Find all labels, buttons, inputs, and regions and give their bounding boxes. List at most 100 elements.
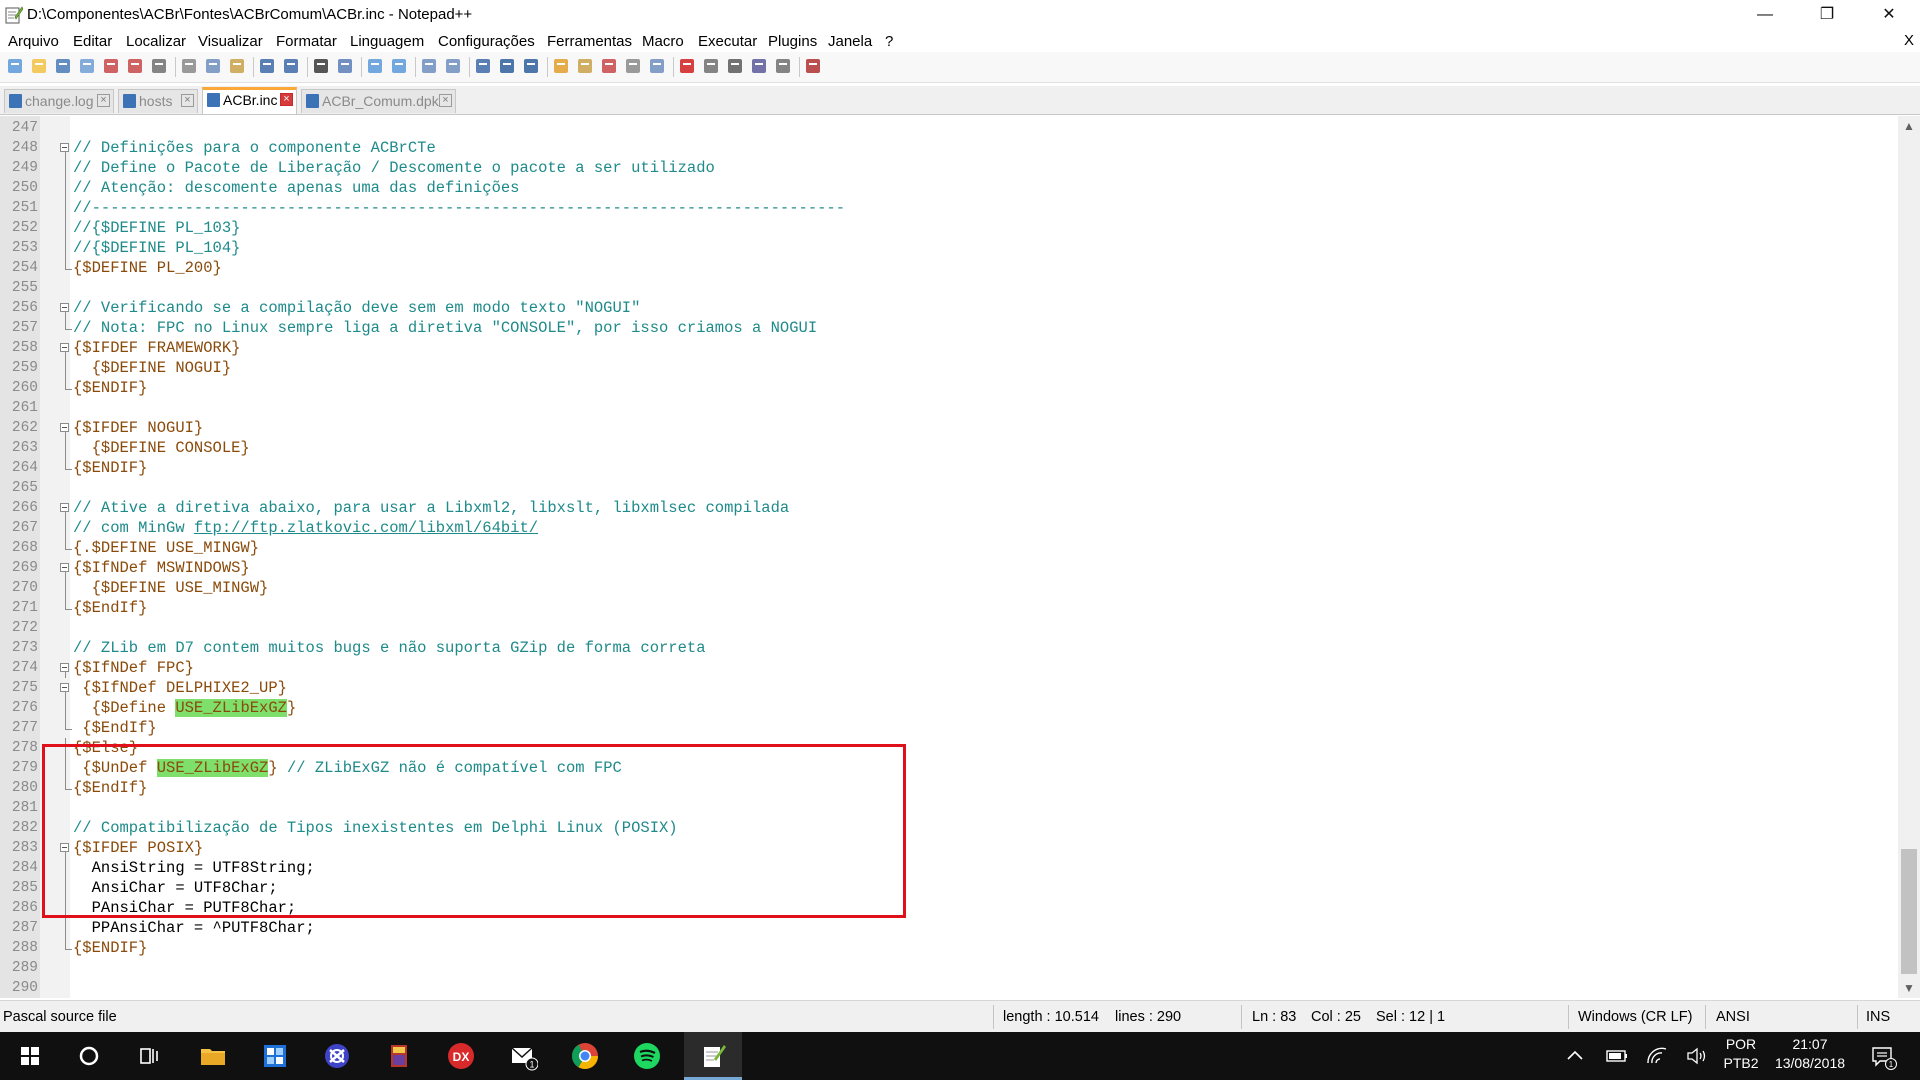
menu-configuracoes[interactable]: Configurações [438, 33, 535, 50]
menu-arquivo[interactable]: Arquivo [8, 33, 59, 50]
undo-icon[interactable] [257, 56, 277, 76]
spotify-icon[interactable] [632, 1041, 662, 1071]
paste-icon[interactable] [227, 56, 247, 76]
code-line[interactable]: 267 // com MinGw ftp://ftp.zlatkovic.com/… [0, 518, 1898, 538]
code-line[interactable]: 273 // ZLib em D7 contem muitos bugs e nã… [0, 638, 1898, 658]
language-indicator[interactable]: POR PTB2 [1718, 1036, 1764, 1071]
replace-icon[interactable] [335, 56, 355, 76]
code-line[interactable]: 289 [0, 958, 1898, 978]
cut-icon[interactable] [179, 56, 199, 76]
chrome-icon[interactable] [570, 1041, 600, 1071]
tab-close-icon[interactable]: × [97, 94, 110, 107]
devexpress-app-icon[interactable]: DX [446, 1041, 476, 1071]
word-wrap-icon[interactable] [473, 56, 493, 76]
vertical-scrollbar[interactable]: ▲ ▼ [1898, 116, 1920, 998]
tab-close-icon[interactable]: × [280, 93, 293, 106]
menu-help[interactable]: ? [885, 33, 893, 50]
menu-editar[interactable]: Editar [73, 33, 112, 50]
new-file-icon[interactable] [5, 56, 25, 76]
mail-app-icon[interactable]: 1 [508, 1041, 538, 1071]
save-icon[interactable] [53, 56, 73, 76]
task-view-icon[interactable] [134, 1041, 164, 1071]
volume-icon[interactable] [1684, 1043, 1710, 1069]
run-macro-multiple-icon[interactable] [749, 56, 769, 76]
wifi-icon[interactable] [1644, 1043, 1670, 1069]
code-line[interactable]: 263 {$DEFINE CONSOLE} [0, 438, 1898, 458]
code-url-link[interactable]: ftp://ftp.zlatkovic.com/libxml/64bit/ [194, 519, 538, 537]
notepadpp-icon[interactable] [698, 1041, 728, 1071]
record-macro-icon[interactable] [677, 56, 697, 76]
monitoring-icon[interactable] [647, 56, 667, 76]
minimize-button[interactable]: — [1734, 0, 1796, 30]
code-line[interactable]: 274 {$IfNDef FPC} [0, 658, 1898, 678]
doc-map-icon[interactable] [551, 56, 571, 76]
tab-hosts[interactable]: hosts × [118, 89, 198, 113]
code-line[interactable]: 257 // Nota: FPC no Linux sempre liga a d… [0, 318, 1898, 338]
status-eol[interactable]: Windows (CR LF) [1578, 1009, 1692, 1025]
code-line[interactable]: 259 {$DEFINE NOGUI} [0, 358, 1898, 378]
function-list-icon[interactable] [575, 56, 595, 76]
code-line[interactable]: 276 {$Define USE_ZLibExGZ} [0, 698, 1898, 718]
stop-macro-icon[interactable] [701, 56, 721, 76]
play-macro-icon[interactable] [725, 56, 745, 76]
menu-linguagem[interactable]: Linguagem [350, 33, 424, 50]
zoom-in-icon[interactable] [365, 56, 385, 76]
doc-list-icon[interactable] [623, 56, 643, 76]
close-window-button[interactable]: ✕ [1858, 0, 1920, 30]
windows-start-icon[interactable] [15, 1041, 45, 1071]
tab-acbr-comum-dpk[interactable]: ACBr_Comum.dpk × [301, 89, 456, 113]
code-line[interactable]: 258 {$IFDEF FRAMEWORK} [0, 338, 1898, 358]
code-line[interactable]: 268 {.$DEFINE USE_MINGW} [0, 538, 1898, 558]
calculator-app-icon[interactable] [260, 1041, 290, 1071]
open-file-icon[interactable] [29, 56, 49, 76]
menu-ferramentas[interactable]: Ferramentas [547, 33, 632, 50]
code-line[interactable]: 269 {$IfNDef MSWINDOWS} [0, 558, 1898, 578]
code-line[interactable]: 265 [0, 478, 1898, 498]
archive-app-icon[interactable] [384, 1041, 414, 1071]
fold-toggle-icon[interactable] [60, 683, 69, 692]
code-line[interactable]: 275 {$IfNDef DELPHIXE2_UP} [0, 678, 1898, 698]
print-icon[interactable] [149, 56, 169, 76]
tab-close-icon[interactable]: × [439, 94, 452, 107]
menu-formatar[interactable]: Formatar [276, 33, 337, 50]
restore-button[interactable]: ❐ [1796, 0, 1858, 30]
code-line[interactable]: 290 [0, 978, 1898, 998]
indent-guide-icon[interactable] [521, 56, 541, 76]
save-macro-icon[interactable] [773, 56, 793, 76]
copy-icon[interactable] [203, 56, 223, 76]
close-all-icon[interactable] [125, 56, 145, 76]
tab-acbr-inc[interactable]: ACBr.inc × [202, 87, 297, 114]
scroll-up-icon[interactable]: ▲ [1898, 116, 1920, 136]
close-icon[interactable] [101, 56, 121, 76]
menu-plugins[interactable]: Plugins [768, 33, 817, 50]
scrollbar-thumb[interactable] [1901, 849, 1917, 974]
menu-janela[interactable]: Janela [828, 33, 872, 50]
clock[interactable]: 21:07 13/08/2018 [1768, 1036, 1852, 1071]
menu-macro[interactable]: Macro [642, 33, 684, 50]
menu-visualizar[interactable]: Visualizar [198, 33, 263, 50]
fold-toggle-icon[interactable] [60, 503, 69, 512]
network-app-icon[interactable] [322, 1041, 352, 1071]
battery-icon[interactable] [1604, 1043, 1630, 1069]
code-line[interactable]: 254 {$DEFINE PL_200} [0, 258, 1898, 278]
code-line[interactable]: 251 //-----------------------------------… [0, 198, 1898, 218]
code-line[interactable]: 266 // Ative a diretiva abaixo, para usar… [0, 498, 1898, 518]
zoom-out-icon[interactable] [389, 56, 409, 76]
menu-localizar[interactable]: Localizar [126, 33, 186, 50]
sync-h-icon[interactable] [443, 56, 463, 76]
code-line[interactable]: 270 {$DEFINE USE_MINGW} [0, 578, 1898, 598]
code-line[interactable]: 264 {$ENDIF} [0, 458, 1898, 478]
fold-toggle-icon[interactable] [60, 343, 69, 352]
spellcheck-icon[interactable] [803, 56, 823, 76]
code-line[interactable]: 255 [0, 278, 1898, 298]
status-encoding[interactable]: ANSI [1716, 1009, 1750, 1025]
redo-icon[interactable] [281, 56, 301, 76]
notification-center-icon[interactable]: 1 [1868, 1042, 1898, 1072]
code-line[interactable]: 288 {$ENDIF} [0, 938, 1898, 958]
code-line[interactable]: 252 //{$DEFINE PL_103} [0, 218, 1898, 238]
find-icon[interactable] [311, 56, 331, 76]
fold-toggle-icon[interactable] [60, 423, 69, 432]
code-line[interactable]: 256 // Verificando se a compilação deve s… [0, 298, 1898, 318]
show-hidden-icons-icon[interactable] [1562, 1043, 1588, 1069]
folder-workspace-icon[interactable] [599, 56, 619, 76]
